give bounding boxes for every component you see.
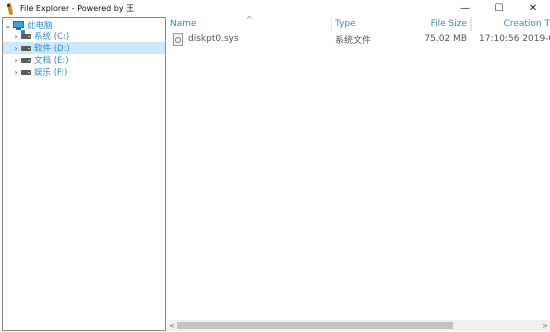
scrollbar-thumb[interactable] <box>177 322 453 329</box>
maximize-button[interactable]: ☐ <box>482 0 516 17</box>
chevron-right-icon[interactable]: › <box>11 32 21 41</box>
window-controls: — ☐ ✕ <box>448 0 550 17</box>
drive-icon <box>21 69 31 75</box>
tree-item-label: 系统 (C:) <box>34 32 70 42</box>
column-divider[interactable] <box>331 17 332 31</box>
scroll-left-arrow-icon[interactable]: < <box>167 320 177 331</box>
column-header-creation-time[interactable]: Creation T <box>479 17 550 31</box>
column-header-type[interactable]: Type <box>335 17 415 31</box>
chevron-right-icon[interactable]: › <box>11 56 21 65</box>
window-title: File Explorer - Powered by 王 <box>20 4 135 13</box>
chevron-down-icon[interactable]: ⌄ <box>3 21 13 30</box>
column-divider[interactable] <box>471 17 472 31</box>
close-button[interactable]: ✕ <box>516 0 550 17</box>
system-drive-icon <box>21 30 31 39</box>
chevron-right-icon[interactable]: › <box>11 44 21 53</box>
list-header: ^ Name Type File Size Creation T <box>167 15 550 31</box>
tree-item-label: 娱乐 (F:) <box>34 68 68 78</box>
app-icon <box>4 2 16 16</box>
tree-item-drive-c[interactable]: › 系统 (C:) <box>3 30 165 42</box>
tree-item-drive-e[interactable]: › 文档 (E:) <box>3 54 165 67</box>
computer-icon <box>13 20 24 30</box>
drive-icon <box>21 57 31 63</box>
drive-icon <box>21 45 31 51</box>
tree-item-label: 文档 (E:) <box>34 56 69 66</box>
chevron-right-icon[interactable]: › <box>11 68 21 77</box>
scroll-right-arrow-icon[interactable]: > <box>540 320 550 331</box>
tree-item-label: 软件 (D:) <box>34 44 70 54</box>
file-list[interactable]: ^ Name Type File Size Creation T diskpt0… <box>167 15 550 331</box>
tree-item-drive-f[interactable]: › 娱乐 (F:) <box>3 66 165 79</box>
file-creation-time: 17:10:56 2019-08 <box>479 34 550 44</box>
file-name-cell: diskpt0.sys <box>172 32 239 46</box>
minimize-button[interactable]: — <box>448 0 482 17</box>
system-file-icon <box>172 32 184 46</box>
horizontal-scrollbar[interactable]: < > <box>167 320 550 331</box>
file-size: 75.02 MB <box>424 34 467 44</box>
column-header-size[interactable]: File Size <box>417 17 467 31</box>
file-type: 系统文件 <box>335 35 372 46</box>
file-row[interactable]: diskpt0.sys 系统文件 75.02 MB 17:10:56 2019-… <box>167 32 550 46</box>
file-name: diskpt0.sys <box>188 34 239 44</box>
column-header-name[interactable]: Name <box>170 17 330 31</box>
title-bar: File Explorer - Powered by 王 — ☐ ✕ <box>0 0 550 17</box>
folder-tree[interactable]: ⌄ 此电脑 › 系统 (C:) › 软件 (D:) › 文档 (E:) › 娱乐… <box>2 17 166 331</box>
tree-item-drive-d[interactable]: › 软件 (D:) <box>3 42 165 54</box>
